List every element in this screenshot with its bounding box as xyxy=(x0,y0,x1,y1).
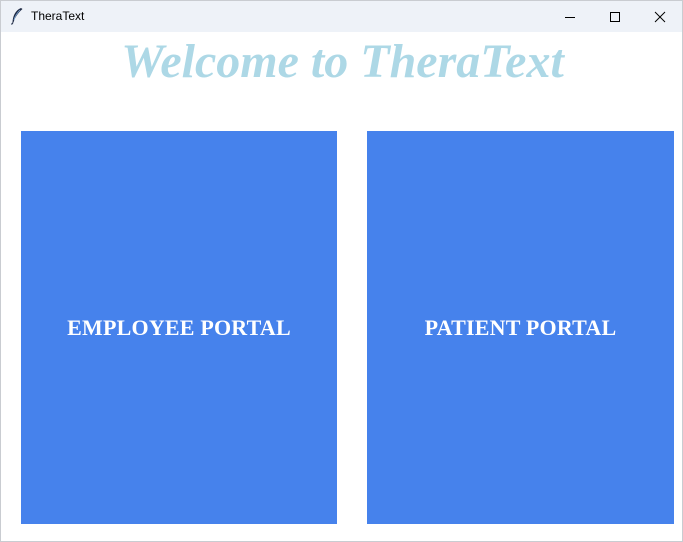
minimize-icon xyxy=(564,11,576,23)
patient-portal-label: PATIENT PORTAL xyxy=(424,314,617,340)
feather-icon xyxy=(10,7,24,25)
employee-portal-button[interactable]: EMPLOYEE PORTAL xyxy=(21,131,337,524)
window-title: TheraText xyxy=(31,9,85,23)
patient-portal-button[interactable]: PATIENT PORTAL xyxy=(367,131,674,524)
welcome-heading: Welcome to TheraText xyxy=(121,35,564,88)
close-icon xyxy=(654,11,666,23)
minimize-button[interactable] xyxy=(547,1,593,32)
employee-portal-label: EMPLOYEE PORTAL xyxy=(67,314,291,340)
title-bar[interactable]: TheraText xyxy=(1,0,682,32)
maximize-icon xyxy=(609,11,621,23)
app-window: TheraText Welcome to TheraText EMPLOYEE … xyxy=(0,0,683,542)
maximize-button[interactable] xyxy=(592,1,638,32)
close-button[interactable] xyxy=(637,1,683,32)
